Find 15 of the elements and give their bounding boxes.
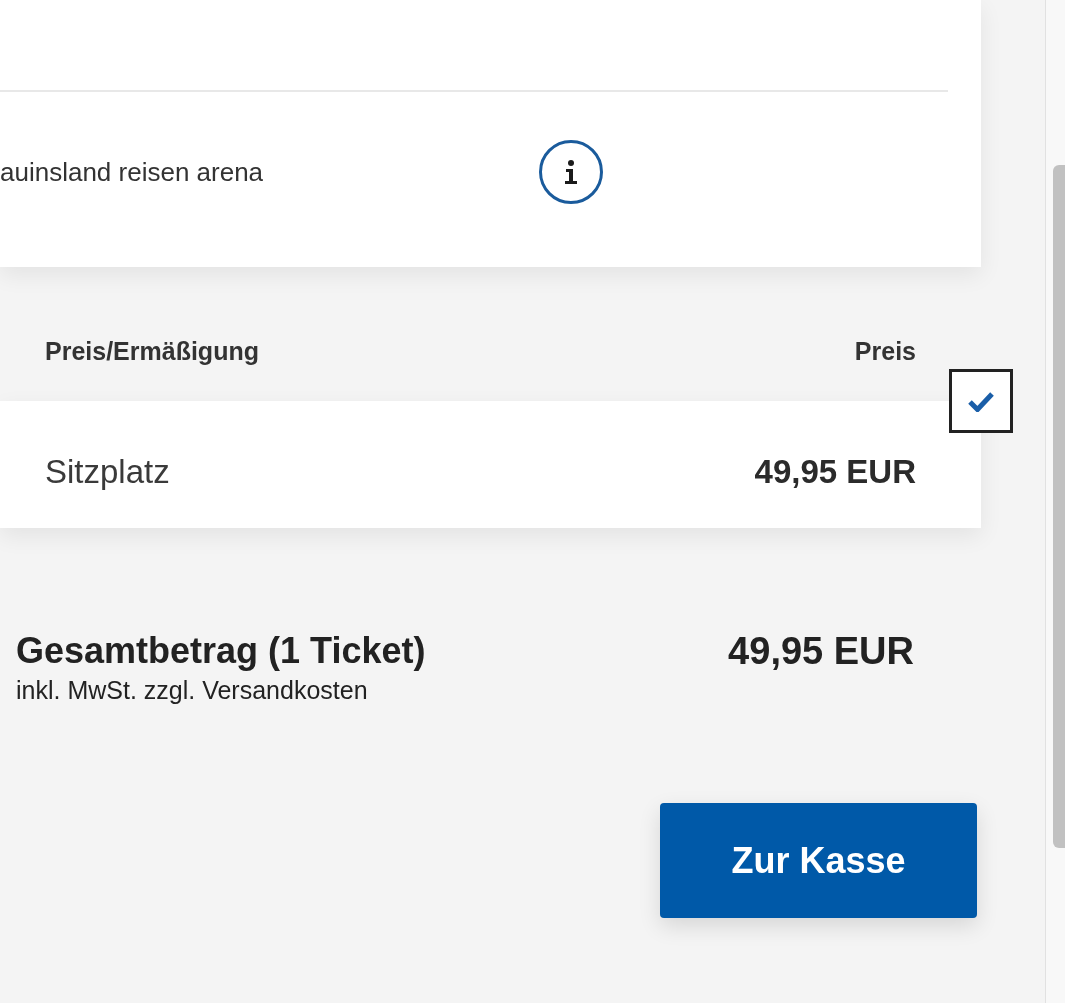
venue-name: auinsland reisen arena: [0, 157, 264, 187]
checkbox[interactable]: [949, 369, 1013, 433]
info-icon[interactable]: [539, 140, 603, 204]
total-label: Gesamtbetrag (1 Ticket): [16, 629, 426, 673]
table-row[interactable]: Sitzplatz 49,95 EUR: [0, 401, 981, 528]
scrollbar-thumb[interactable]: [1053, 165, 1065, 848]
table-cell: 49,95 EUR: [754, 453, 916, 491]
total-amount: 49,95 EUR: [728, 629, 914, 673]
checkmark-icon: [968, 390, 994, 412]
column-header: Preis: [854, 336, 916, 366]
tax-note: inkl. MwSt. zzgl. Versandkosten: [16, 675, 368, 705]
table-cell: Sitzplatz: [45, 453, 170, 491]
scrollbar-track[interactable]: [1045, 0, 1065, 1003]
column-header: Preis/Ermäßigung: [45, 336, 259, 366]
checkout-button[interactable]: Zur Kasse: [660, 803, 977, 918]
